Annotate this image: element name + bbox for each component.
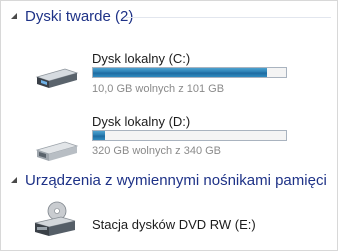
drive-usage-bar [92,130,287,141]
section-header-removable[interactable]: Urządzenia z wymiennymi nośnikami pamięc… [9,170,327,190]
drive-usage-bar [92,67,287,78]
hard-drive-icon [35,141,79,161]
section-divider [126,17,331,18]
collapse-triangle-icon[interactable] [9,175,19,185]
drive-name: Dysk lokalny (C:) [92,51,191,66]
drive-free-space: 10,0 GB wolnych z 101 GB [92,83,225,95]
dvd-drive-icon [34,201,76,236]
computer-drives-panel: Dyski twarde (2) Dysk lokalny (C:) 10,0 … [0,0,338,251]
section-title-hard-disks: Dyski twarde (2) [25,7,134,25]
drive-usage-fill [93,131,105,140]
drive-usage-fill [93,68,267,77]
drive-free-space: 320 GB wolnych z 340 GB [92,145,222,157]
section-title-removable: Urządzenia z wymiennymi nośnikami pamięc… [25,171,327,189]
collapse-triangle-icon[interactable] [9,11,19,21]
drive-name: Stacja dysków DVD RW (E:) [92,217,256,232]
drive-name: Dysk lokalny (D:) [92,114,191,129]
hard-drive-icon [35,68,79,88]
section-header-hard-disks[interactable]: Dyski twarde (2) [9,6,133,26]
